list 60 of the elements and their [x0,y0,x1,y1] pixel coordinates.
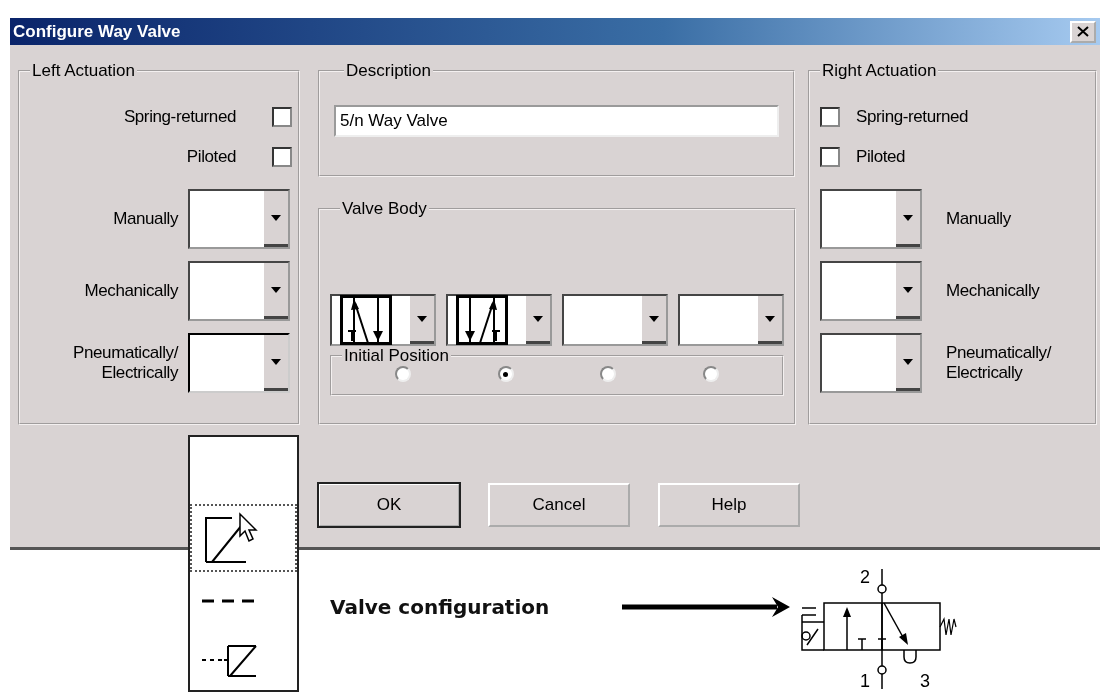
port-label: 1 [860,671,870,691]
dropdown[interactable] [188,189,290,249]
group-title: Description [345,61,433,81]
dialog-button[interactable]: Help [658,483,800,527]
checkbox-label: Piloted [186,147,236,167]
dropdown-label: Manually [113,209,178,229]
dropdown-label: Mechanically [946,281,1040,301]
description-field[interactable]: 5/n Way Valve [334,105,779,137]
caret-icon [903,286,913,293]
radio-button[interactable] [702,366,719,382]
radio-button[interactable] [497,366,514,382]
group-title: Initial Position [343,346,450,366]
caret-icon [903,214,913,221]
dropdown[interactable] [446,294,552,346]
caret-icon [649,315,659,322]
checkbox[interactable] [272,147,292,167]
caption: Valve configuration [330,595,551,619]
valve-position-icon [340,295,392,345]
group-title: Left Actuation [31,61,137,81]
dropdown-label: Pneumatically/ Electrically [946,343,1053,383]
dialog-button[interactable]: OK [318,483,460,527]
dropdown-label: Mechanically [84,281,178,301]
group-title: Right Actuation [821,61,938,81]
pointer-cursor-icon [238,512,260,545]
caret-icon [533,315,543,322]
radio-button[interactable] [600,366,617,382]
dropdown[interactable] [820,333,922,393]
dashed-line-icon [202,599,254,604]
close-button[interactable] [1070,20,1096,43]
radio-button[interactable] [395,366,412,382]
close-icon [1077,26,1089,37]
window-title: Configure Way Valve [13,21,181,42]
caret-icon [271,214,281,221]
caret-icon [903,358,913,365]
dropdown[interactable] [188,333,290,393]
checkbox-label: Spring-returned [856,107,969,127]
caret-icon [271,286,281,293]
dropdown[interactable] [678,294,784,346]
pilot-valve-icon [202,643,258,678]
checkbox[interactable] [820,147,840,167]
port-label: 2 [860,567,870,587]
dropdown[interactable] [562,294,668,346]
list-item[interactable] [190,504,297,572]
dialog-button[interactable]: Cancel [488,483,630,527]
caret-icon [271,358,281,365]
checkbox-label: Piloted [856,147,906,167]
dropdown[interactable] [820,189,922,249]
port-label: 3 [920,671,930,691]
dropdown[interactable] [188,261,290,321]
dropdown-label: Pneumatically/ Electrically [72,343,178,383]
checkbox[interactable] [820,107,840,127]
dropdown-label: Manually [946,209,1011,229]
valve-position-icon [456,295,508,345]
dropdown[interactable] [330,294,436,346]
caret-icon [765,315,775,322]
checkbox[interactable] [272,107,292,127]
caret-icon [417,315,427,322]
group-title: Valve Body [341,199,428,219]
dropdown[interactable] [820,261,922,321]
checkbox-label: Spring-returned [123,107,236,127]
